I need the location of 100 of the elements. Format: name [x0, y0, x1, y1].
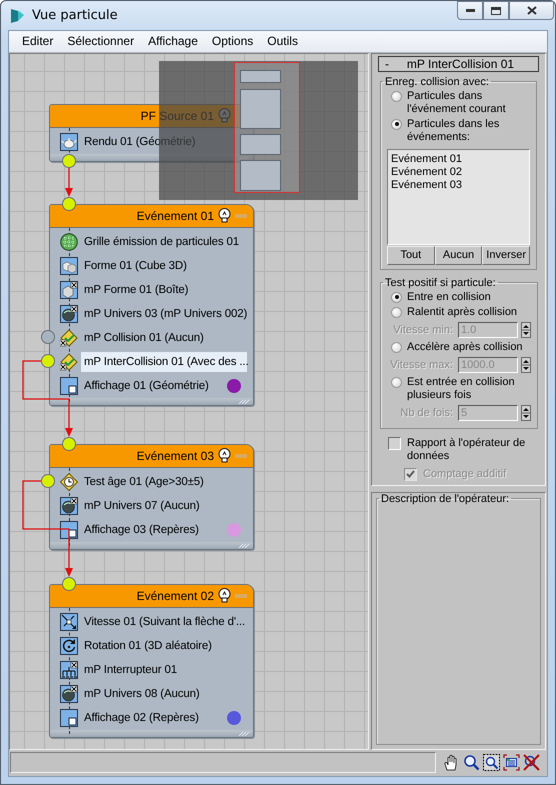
minimize-button[interactable] — [457, 1, 483, 20]
radio-button[interactable] — [391, 118, 402, 130]
close-icon — [526, 6, 536, 15]
operator-item[interactable]: mP Forme 01 (Boîte) — [81, 280, 192, 300]
menu-item[interactable]: Sélectionner — [60, 32, 142, 50]
list-item[interactable]: Evénement 02 — [391, 166, 526, 179]
cubes-icon — [60, 256, 78, 275]
list-item[interactable]: Evénement 03 — [391, 178, 526, 192]
diamond-icon — [60, 328, 78, 347]
maximize-button[interactable] — [483, 1, 509, 20]
square-icon — [60, 376, 78, 395]
group-title: Enreg. collision avec: — [384, 76, 490, 88]
spinner-icon[interactable] — [521, 404, 531, 421]
spinner-label: Nb de fois: — [399, 406, 453, 419]
cube-icon — [60, 280, 78, 299]
radio-label: Particules dans l'événement courant — [407, 90, 507, 116]
operator-item[interactable]: Affichage 02 (Repères) — [81, 708, 202, 728]
radio-button[interactable] — [391, 90, 402, 102]
node-header[interactable]: Evénement 01 — [50, 204, 253, 228]
operator-item[interactable]: Rotation 01 (3D aléatoire) — [81, 636, 215, 656]
close-button[interactable] — [509, 1, 554, 20]
spinner-icon[interactable] — [521, 322, 531, 338]
minimize-icon — [466, 9, 474, 12]
bulb-icon[interactable] — [218, 588, 231, 604]
menu-item[interactable]: Outils — [260, 32, 305, 50]
window-title: Vue particule — [32, 8, 118, 23]
maximize-icon — [491, 6, 501, 14]
display-color-dot[interactable] — [227, 710, 241, 725]
node-title: Evénement 03 — [136, 448, 214, 463]
node-header[interactable]: Evénement 02 — [50, 584, 253, 608]
radio-label: Entre en collision — [407, 290, 491, 304]
radio-button[interactable] — [391, 376, 402, 388]
operator-item[interactable]: Affichage 01 (Géométrie) — [81, 376, 212, 396]
rollout-header[interactable]: - mP InterCollision 01 — [378, 56, 539, 72]
connector-port[interactable] — [62, 576, 76, 591]
zoom-icon[interactable] — [463, 754, 480, 772]
zoom-extents-icon[interactable] — [503, 754, 520, 772]
bulb-icon[interactable] — [218, 448, 231, 464]
list-button[interactable]: Aucun — [434, 246, 482, 265]
node-title: PF Source 01 — [140, 108, 214, 123]
radio-label: Accélère après collision — [407, 340, 523, 354]
operator-item[interactable]: Vitesse 01 (Suivant la flèche d'... — [81, 612, 248, 632]
node-card[interactable]: Evénement 02 Vitesse 01 (Suivant la flèche d'... Rotation 01 (3D aléatoire) mP Interrupteur 01 mP Univers 08 (Aucun) Affichage 02 (Repères) — [49, 584, 254, 738]
spinner-label: Vitesse min: — [392, 324, 453, 336]
node-header[interactable]: Evénement 03 — [50, 444, 253, 468]
list-button[interactable]: Tout — [387, 246, 435, 265]
connector-port[interactable] — [41, 474, 55, 488]
operator-item[interactable]: mP Collision 01 (Aucun) — [81, 328, 207, 348]
operator-item[interactable]: Affichage 03 (Repères) — [81, 520, 202, 540]
zoom-region-icon[interactable] — [483, 754, 500, 772]
checkbox-label: Comptage additif — [423, 468, 506, 481]
menu-item[interactable]: Options — [204, 32, 260, 50]
radio-button[interactable] — [391, 292, 402, 303]
rotation-icon — [60, 636, 78, 655]
menu-item[interactable]: Editer — [15, 32, 60, 50]
spinner-label: Vitesse max: — [389, 358, 453, 371]
wire — [65, 168, 73, 197]
app-logo-icon — [9, 7, 26, 24]
operator-item[interactable]: Forme 01 (Cube 3D) — [81, 256, 190, 276]
resize-grip-icon[interactable] — [238, 730, 250, 736]
group-title: Description de l'opérateur: — [380, 492, 510, 505]
resize-grip-icon[interactable] — [238, 398, 250, 404]
clock-icon — [60, 472, 78, 491]
list-item[interactable]: Evénement 01 — [391, 152, 526, 166]
radio-button[interactable] — [391, 342, 402, 353]
node-card[interactable]: Evénement 01 Grille émission de particules 01 Forme 01 (Cube 3D) mP Forme 01 (Boîte) mP Univers 03 (mP Univers 002) mP Collision 01 (Aucun) mP InterCollision 01 (Avec des ... Affichage 01 (Géométrie) — [49, 204, 254, 406]
tree-icon — [60, 660, 78, 679]
operator-item[interactable]: mP Univers 08 (Aucun) — [81, 684, 203, 704]
connector-port[interactable] — [41, 354, 55, 368]
display-color-dot[interactable] — [227, 378, 241, 393]
globe-icon — [60, 684, 78, 703]
diamond-icon — [60, 352, 78, 371]
operator-item[interactable]: Test âge 01 (Age>30±5) — [81, 472, 207, 492]
radio-label: Est entrée en collision plusieurs fois — [407, 376, 516, 402]
connector-port[interactable] — [62, 436, 76, 451]
spinner-icon[interactable] — [521, 356, 531, 373]
grid-icon — [60, 232, 78, 251]
operator-item[interactable]: mP Univers 07 (Aucun) — [81, 496, 203, 516]
connector-port[interactable] — [62, 196, 76, 211]
radio-label: Particules dans les événements: — [407, 118, 500, 144]
checkbox[interactable] — [388, 436, 401, 450]
teapot-icon — [60, 132, 78, 151]
checkbox-label: Rapport à l'opérateur de données — [407, 436, 526, 463]
operator-item[interactable]: mP Univers 03 (mP Univers 002) — [81, 304, 250, 324]
display-color-dot[interactable] — [227, 522, 241, 537]
operator-item[interactable]: mP InterCollision 01 (Avec des ... — [81, 352, 247, 372]
square-icon — [60, 520, 78, 539]
bulb-icon[interactable] — [218, 208, 231, 224]
node-title: Evénement 02 — [136, 588, 214, 603]
radio-button[interactable] — [391, 306, 402, 318]
no-zoom-icon[interactable] — [523, 754, 540, 772]
connector-port[interactable] — [41, 330, 55, 344]
menu-item[interactable]: Affichage — [141, 32, 205, 50]
node-title: Evénement 01 — [136, 208, 214, 223]
group-title: Test positif si particule: — [384, 276, 497, 289]
operator-item[interactable]: Grille émission de particules 01 — [81, 232, 242, 252]
list-button[interactable]: Inverser — [482, 246, 530, 265]
node-card[interactable]: Evénement 03 Test âge 01 (Age>30±5) mP Univers 07 (Aucun) Affichage 03 (Repères) — [49, 444, 254, 550]
resize-grip-icon[interactable] — [238, 542, 250, 548]
operator-item[interactable]: mP Interrupteur 01 — [81, 660, 180, 680]
